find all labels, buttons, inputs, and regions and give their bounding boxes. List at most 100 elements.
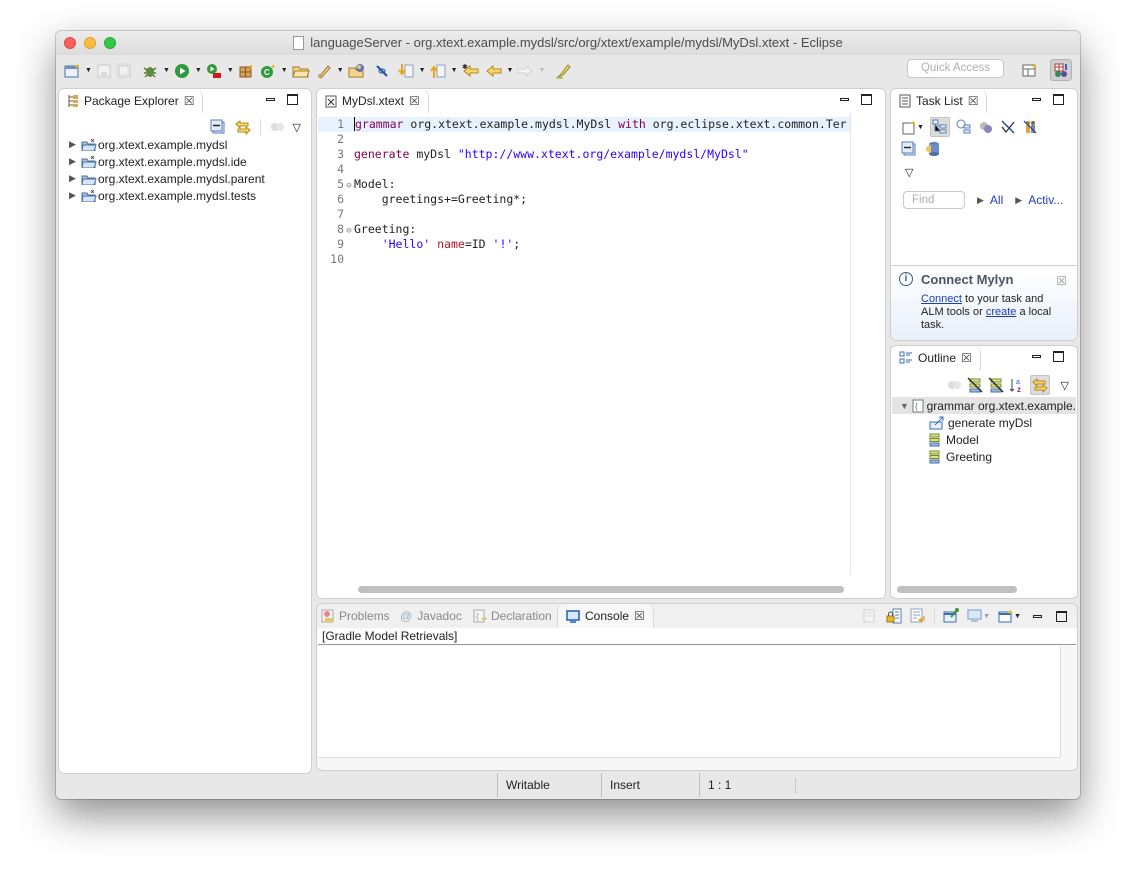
minimize-view-button[interactable] xyxy=(1032,355,1041,358)
save-all-button[interactable] xyxy=(116,61,132,81)
code-line[interactable]: 5 ⊖ Model: xyxy=(318,177,884,192)
connect-link[interactable]: Connect xyxy=(921,293,962,305)
close-tab-icon[interactable]: ☒ xyxy=(961,351,972,365)
maximize-view-button[interactable] xyxy=(287,94,298,105)
collapse-all-icon[interactable] xyxy=(901,141,917,157)
back-dropdown[interactable]: ▼ xyxy=(507,67,514,74)
status-resize-handle[interactable] xyxy=(795,779,796,793)
hide-non-public-icon[interactable] xyxy=(988,377,1004,393)
outline-item[interactable]: Greeting xyxy=(929,448,992,465)
open-console-button[interactable]: ✦ ▼ xyxy=(998,608,1021,624)
tab-problems[interactable]: Problems xyxy=(321,604,390,628)
code-editor[interactable]: 1 grammar org.xtext.example.mydsl.MyDsl w… xyxy=(318,113,884,597)
code-line[interactable]: 9 'Hello' name=ID '!'; xyxy=(318,237,884,252)
tab-package-explorer[interactable]: Package Explorer ☒ xyxy=(59,89,204,113)
back-button[interactable] xyxy=(485,61,502,81)
minimize-view-button[interactable] xyxy=(266,98,275,101)
previous-annotation-button[interactable] xyxy=(429,61,446,81)
open-type-button[interactable] xyxy=(291,61,310,81)
display-console-button[interactable]: ▼ xyxy=(967,608,990,624)
expand-arrow-icon[interactable]: ▶ xyxy=(69,190,81,201)
open-perspective-button[interactable]: ✦ xyxy=(1019,59,1041,81)
code-line[interactable]: 8 ⊖ Greeting: xyxy=(318,222,884,237)
word-wrap-icon[interactable] xyxy=(910,608,926,624)
outline-item[interactable]: generate myDsl xyxy=(929,414,1032,431)
tab-outline[interactable]: Outline ☒ xyxy=(891,346,981,370)
code-line[interactable]: 7 xyxy=(318,207,884,222)
minimize-view-button[interactable] xyxy=(1033,614,1042,618)
close-mylyn-icon[interactable]: ☒ xyxy=(1056,274,1067,288)
minimize-view-button[interactable] xyxy=(840,98,849,101)
task-repositories-icon[interactable] xyxy=(925,141,941,157)
maximize-view-button[interactable] xyxy=(1053,351,1064,362)
close-tab-icon[interactable]: ☒ xyxy=(409,94,420,108)
debug-button[interactable] xyxy=(142,61,158,81)
code-line[interactable]: 1 grammar org.xtext.example.mydsl.MyDsl w… xyxy=(318,117,850,132)
outline-root-item[interactable]: ▼ { grammar org.xtext.example. xyxy=(892,397,1076,414)
pin-editor-button[interactable] xyxy=(555,61,572,81)
debug-dropdown[interactable]: ▼ xyxy=(163,67,170,74)
maximize-view-button[interactable] xyxy=(1053,94,1064,105)
task-find-input[interactable]: Find xyxy=(903,191,965,209)
maximize-view-button[interactable] xyxy=(1056,610,1067,622)
minimize-view-button[interactable] xyxy=(1032,98,1041,101)
forward-button[interactable] xyxy=(517,61,534,81)
external-tools-dropdown[interactable]: ▼ xyxy=(227,67,234,74)
search-button[interactable] xyxy=(374,61,390,81)
expand-arrow-icon[interactable]: ▶ xyxy=(69,173,81,184)
new-task-button[interactable]: ✦ ▼ xyxy=(901,119,924,135)
close-tab-icon[interactable]: ☒ xyxy=(968,94,979,108)
previous-annotation-dropdown[interactable]: ▼ xyxy=(451,67,458,74)
project-item[interactable]: ▶ org.xtext.example.mydsl xyxy=(69,136,227,153)
tab-task-list[interactable]: Task List ☒ xyxy=(891,89,988,113)
expand-arrow-icon[interactable]: ▶ xyxy=(69,139,81,150)
hide-fields-icon[interactable] xyxy=(967,377,983,393)
zoom-window-button[interactable] xyxy=(104,37,116,49)
code-line[interactable]: 2 xyxy=(318,132,884,147)
forward-dropdown[interactable]: ▼ xyxy=(538,67,545,74)
open-resource-dropdown[interactable]: ▼ xyxy=(337,67,344,74)
focus-on-active-task-icon[interactable] xyxy=(946,377,962,393)
synchronize-icon[interactable] xyxy=(978,119,994,135)
categorized-button[interactable] xyxy=(929,117,950,137)
view-menu-icon[interactable]: ▽ xyxy=(905,166,913,179)
show-my-tasks-icon[interactable] xyxy=(1022,119,1038,135)
focus-on-active-task-icon[interactable] xyxy=(269,119,285,135)
new-xtext-dropdown[interactable]: ▼ xyxy=(281,67,288,74)
new-wizard-button[interactable]: ✦ xyxy=(64,61,80,81)
external-tools-button[interactable] xyxy=(206,61,222,81)
collapse-all-icon[interactable] xyxy=(210,119,226,135)
close-window-button[interactable] xyxy=(64,37,76,49)
expand-arrow-icon[interactable]: ▶ xyxy=(69,156,81,167)
tab-console[interactable]: Console ☒ xyxy=(557,604,654,628)
scheduled-icon[interactable] xyxy=(956,119,972,135)
code-line[interactable]: 6 greetings+=Greeting*; xyxy=(318,192,884,207)
quick-access-input[interactable]: Quick Access xyxy=(907,59,1004,78)
new-xtext-button[interactable]: C ✦ xyxy=(260,61,276,81)
link-with-editor-icon[interactable] xyxy=(234,119,252,135)
next-annotation-button[interactable] xyxy=(397,61,414,81)
link-with-editor-button[interactable] xyxy=(1029,375,1050,395)
maximize-view-button[interactable] xyxy=(861,94,872,105)
collapse-arrow-icon[interactable]: ▼ xyxy=(900,401,912,411)
minimize-window-button[interactable] xyxy=(84,37,96,49)
tab-javadoc[interactable]: @ Javadoc xyxy=(400,604,462,628)
xtext-perspective-button[interactable] xyxy=(1050,59,1072,81)
outline-item[interactable]: Model xyxy=(929,431,979,448)
save-button[interactable] xyxy=(96,61,112,81)
new-wizard-dropdown[interactable]: ▼ xyxy=(85,67,92,74)
open-resource-button[interactable] xyxy=(316,61,332,81)
project-item[interactable]: ▶ org.xtext.example.mydsl.parent xyxy=(69,170,265,187)
scroll-lock-icon[interactable] xyxy=(886,608,902,624)
code-line[interactable]: 3 generate myDsl "http://www.xtext.org/ex… xyxy=(318,147,884,162)
create-link[interactable]: create xyxy=(986,306,1017,318)
view-menu-icon[interactable]: ▽ xyxy=(1061,379,1069,392)
filter-all-link[interactable]: All xyxy=(990,193,1003,207)
new-plugin-project-button[interactable]: ✦ xyxy=(238,61,254,81)
tab-mydsl-xtext[interactable]: MyDsl.xtext ☒ xyxy=(317,89,429,113)
run-dropdown[interactable]: ▼ xyxy=(195,67,202,74)
open-task-button[interactable] xyxy=(348,61,366,81)
horizontal-scrollbar[interactable] xyxy=(897,586,1017,593)
code-line[interactable]: 4 xyxy=(318,162,884,177)
console-output[interactable] xyxy=(318,646,1061,758)
